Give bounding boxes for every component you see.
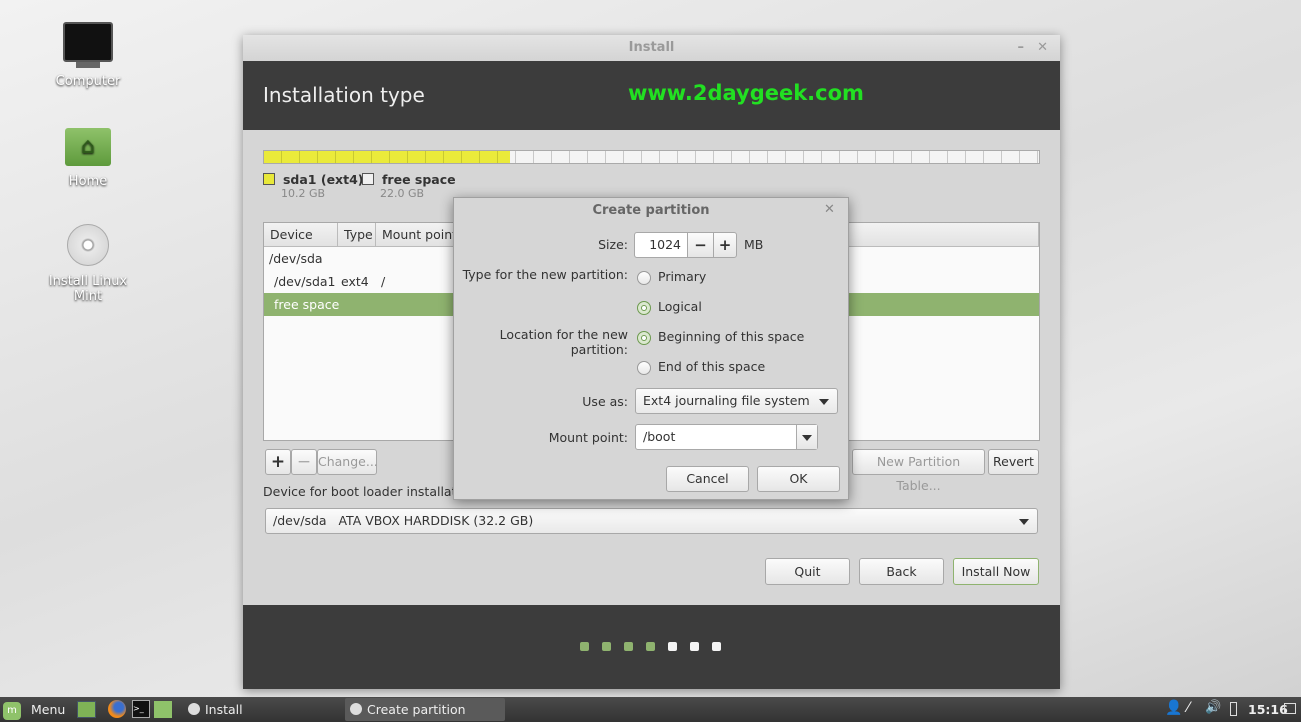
legend-sda1: sda1 (ext4) 10.2 GB <box>263 172 364 200</box>
cd-icon <box>188 703 200 715</box>
minimize-button[interactable]: – <box>1018 35 1025 61</box>
mount-point-dropdown-button[interactable] <box>796 425 817 449</box>
desktop-icon-computer[interactable]: Computer <box>33 22 143 89</box>
remove-partition-button[interactable]: − <box>291 449 317 475</box>
title-bar: Install – ✕ <box>243 35 1060 61</box>
battery-icon[interactable] <box>1230 702 1237 716</box>
add-partition-button[interactable]: + <box>265 449 291 475</box>
terminal-icon[interactable]: >_ <box>132 700 150 718</box>
quit-button[interactable]: Quit <box>765 558 850 585</box>
legend-size: 22.0 GB <box>380 187 425 200</box>
progress-dot <box>690 642 699 651</box>
back-button[interactable]: Back <box>859 558 944 585</box>
chevron-down-icon <box>819 399 829 405</box>
progress-dot-done <box>602 642 611 651</box>
taskbar: m Menu >_ Install Create partition 👤 ⁄ 🔊… <box>0 697 1301 722</box>
user-icon[interactable]: 👤 <box>1165 700 1182 716</box>
dialog-title: Create partition <box>592 203 710 218</box>
legend-free: free space 22.0 GB <box>362 172 456 200</box>
volume-icon[interactable]: 🔊 <box>1205 700 1221 715</box>
header: Installation type www.2daygeek.com <box>243 61 1060 130</box>
partition-bar-used <box>264 151 510 163</box>
dialog-close-button[interactable]: ✕ <box>824 202 835 217</box>
cd-icon <box>67 224 109 266</box>
mint-logo-icon: m <box>3 701 21 720</box>
size-unit: MB <box>744 237 764 252</box>
desktop-icon-label: Install Linux Mint <box>48 274 128 304</box>
page-title: Installation type <box>263 83 425 107</box>
boot-device-select[interactable]: /dev/sda ATA VBOX HARDDISK (32.2 GB) <box>265 508 1038 534</box>
change-button[interactable]: Change... <box>317 449 378 475</box>
network-icon[interactable]: ⁄ <box>1187 700 1189 716</box>
progress-dot-done <box>646 642 655 651</box>
cd-icon <box>350 703 362 715</box>
install-now-button[interactable]: Install Now <box>953 558 1039 585</box>
window-title: Install <box>628 40 675 55</box>
progress-dot-done <box>624 642 633 651</box>
boot-loader-label: Device for boot loader installation: <box>263 484 480 499</box>
size-increment-button[interactable]: + <box>713 232 737 258</box>
desktop-icon-label: Computer <box>55 74 121 89</box>
mount-point-input[interactable]: /boot <box>635 424 818 450</box>
watermark: www.2daygeek.com <box>628 81 864 105</box>
ok-button[interactable]: OK <box>757 466 840 492</box>
create-partition-dialog: Create partition ✕ Size: 1024 − + MB Typ… <box>453 197 849 500</box>
menu-button[interactable]: m Menu <box>3 699 65 720</box>
radio-logical-label[interactable]: Logical <box>658 299 702 314</box>
size-decrement-button[interactable]: − <box>687 232 714 258</box>
computer-icon <box>63 22 113 62</box>
progress-dot <box>712 642 721 651</box>
files-icon[interactable] <box>154 701 172 718</box>
partition-bar <box>263 150 1040 164</box>
column-type[interactable]: Type <box>338 223 376 247</box>
revert-button[interactable]: Revert <box>988 449 1039 475</box>
desktop-icon-label: Home <box>68 174 108 189</box>
radio-beginning[interactable] <box>637 331 651 345</box>
size-label: Size: <box>598 237 628 252</box>
home-folder-icon: ⌂ <box>65 128 111 166</box>
close-button[interactable]: ✕ <box>1037 35 1048 61</box>
radio-primary[interactable] <box>637 271 651 285</box>
desktop-icon-home[interactable]: ⌂ Home <box>33 128 143 189</box>
radio-end-label[interactable]: End of this space <box>658 359 765 374</box>
chevron-down-icon <box>802 435 812 441</box>
chevron-down-icon <box>1019 519 1029 525</box>
type-label: Type for the new partition: <box>462 267 628 282</box>
radio-end[interactable] <box>637 361 651 375</box>
workspace-icon[interactable] <box>1284 703 1296 714</box>
size-input[interactable]: 1024 <box>634 232 688 258</box>
location-label: Location for the new partition: <box>499 327 628 357</box>
legend-name: sda1 (ext4) <box>282 172 364 187</box>
legend-name: free space <box>381 172 456 187</box>
progress-dot-done <box>580 642 589 651</box>
new-partition-table-button[interactable]: New Partition Table... <box>852 449 985 493</box>
radio-beginning-label[interactable]: Beginning of this space <box>658 329 804 344</box>
show-desktop-icon[interactable] <box>77 701 96 718</box>
use-as-select[interactable]: Ext4 journaling file system <box>635 388 838 414</box>
desktop-icon-install[interactable]: Install Linux Mint <box>33 224 143 304</box>
cancel-button[interactable]: Cancel <box>666 466 749 492</box>
task-install[interactable]: Install <box>183 698 338 721</box>
task-create-partition[interactable]: Create partition <box>345 698 505 721</box>
mount-point-label: Mount point: <box>548 430 628 445</box>
legend-size: 10.2 GB <box>281 187 326 200</box>
radio-primary-label[interactable]: Primary <box>658 269 706 284</box>
use-as-label: Use as: <box>582 394 628 409</box>
clock[interactable]: 15:16 <box>1248 702 1288 717</box>
progress-dot <box>668 642 677 651</box>
radio-logical[interactable] <box>637 301 651 315</box>
column-device[interactable]: Device <box>264 223 338 247</box>
firefox-icon[interactable] <box>108 700 126 718</box>
